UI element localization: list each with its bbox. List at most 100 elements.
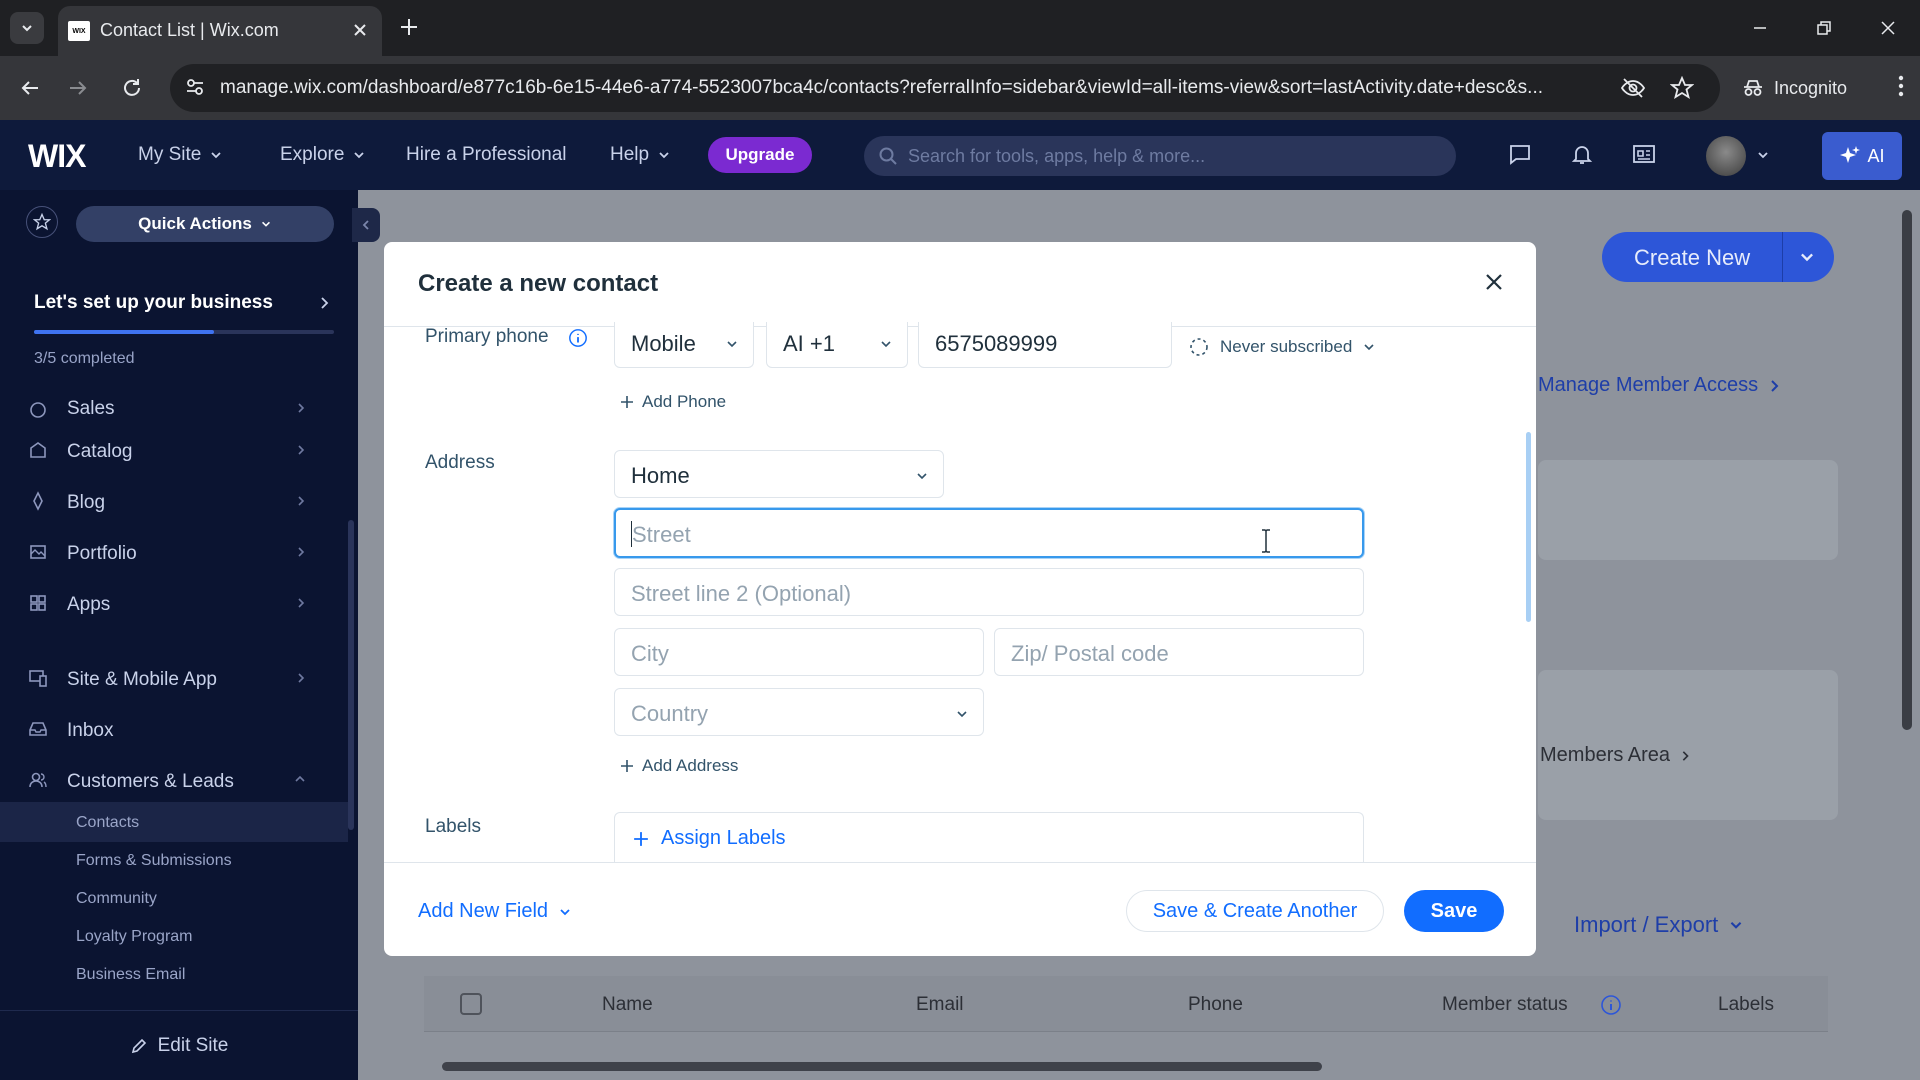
setup-title[interactable]: Let's set up your business [34, 292, 273, 314]
help-menu[interactable]: Help [610, 144, 671, 166]
explore-menu[interactable]: Explore [280, 144, 366, 166]
sidebar-item-customers-leads[interactable]: Customers & Leads [0, 760, 348, 802]
city-field[interactable]: City [614, 628, 984, 676]
sidebar-subitem-contacts[interactable]: Contacts [76, 814, 139, 832]
back-button[interactable] [14, 72, 46, 104]
add-phone-button[interactable]: Add Phone [620, 392, 726, 412]
modal-scrollbar[interactable] [1526, 432, 1531, 622]
select-all-checkbox[interactable] [460, 993, 482, 1015]
street-field[interactable]: Street [614, 508, 1364, 558]
chevron-down-icon[interactable] [1798, 248, 1816, 266]
sidebar-item-inbox[interactable]: Inbox [0, 709, 348, 751]
sidebar-item-sales[interactable]: Sales [0, 398, 348, 434]
sidebar-subitem-forms[interactable]: Forms & Submissions [76, 852, 232, 870]
sidebar-subitem-community[interactable]: Community [76, 890, 157, 908]
eye-off-icon[interactable] [1620, 76, 1646, 100]
assign-labels-label: Assign Labels [661, 827, 786, 849]
chat-icon[interactable] [1508, 142, 1532, 166]
column-header-labels[interactable]: Labels [1718, 994, 1774, 1016]
tab-search-button[interactable] [10, 12, 44, 44]
collapse-sidebar-button[interactable] [352, 208, 380, 242]
address-type-select[interactable]: Home [614, 450, 944, 498]
plus-icon [621, 760, 633, 772]
import-export-button[interactable]: Import / Export [1574, 912, 1744, 938]
scrollbar-thumb[interactable] [442, 1062, 1322, 1071]
reload-button[interactable] [116, 72, 148, 104]
quick-actions-button[interactable]: Quick Actions [76, 206, 334, 242]
close-window-button[interactable] [1856, 0, 1920, 56]
street-line-2-field[interactable]: Street line 2 (Optional) [614, 568, 1364, 616]
setup-progress-text: 3/5 completed [34, 350, 135, 367]
assign-labels-button[interactable]: Assign Labels [614, 812, 1364, 862]
upgrade-button[interactable]: Upgrade [708, 137, 812, 173]
favorites-button[interactable] [26, 206, 58, 238]
wix-logo[interactable]: WIX [28, 138, 86, 175]
add-new-field-button[interactable]: Add New Field [418, 900, 572, 923]
hire-professional-link[interactable]: Hire a Professional [406, 144, 567, 166]
address-label: Address [425, 452, 495, 473]
bell-icon[interactable] [1570, 142, 1594, 166]
minimize-button[interactable] [1728, 0, 1792, 56]
chevron-right-icon[interactable] [318, 296, 330, 310]
phone-number-field[interactable]: 6575089999 [918, 322, 1172, 368]
sidebar-item-site-mobile-app[interactable]: Site & Mobile App [0, 658, 348, 700]
sidebar-subitem-business-email[interactable]: Business Email [76, 966, 185, 984]
city-placeholder: City [631, 641, 669, 666]
column-header-member-status[interactable]: Member status [1442, 994, 1568, 1016]
more-vertical-icon[interactable] [1898, 74, 1904, 98]
phone-type-select[interactable]: Mobile [614, 322, 754, 368]
dashboard-search-input[interactable]: Search for tools, apps, help & more... [864, 136, 1456, 176]
new-tab-icon[interactable] [398, 16, 420, 38]
column-header-email[interactable]: Email [916, 994, 964, 1016]
import-export-label: Import / Export [1574, 912, 1719, 937]
page-vertical-scrollbar[interactable] [1902, 210, 1912, 730]
column-header-name[interactable]: Name [602, 994, 653, 1016]
dashed-circle-icon [1190, 338, 1208, 356]
incognito-indicator[interactable]: Incognito [1728, 64, 1868, 112]
create-new-button[interactable]: Create New [1602, 232, 1834, 282]
sidebar-item-portfolio[interactable]: Portfolio [0, 532, 348, 574]
sidebar-item-catalog[interactable]: Catalog [0, 430, 348, 472]
star-bookmark-icon[interactable] [1670, 76, 1694, 100]
table-horizontal-scrollbar[interactable] [428, 1060, 1822, 1072]
ai-assistant-button[interactable]: AI [1822, 132, 1902, 180]
subscription-status-dropdown[interactable]: Never subscribed [1188, 336, 1376, 358]
forward-button[interactable] [62, 72, 94, 104]
members-area-link[interactable]: Members Area [1540, 744, 1690, 767]
save-create-another-button[interactable]: Save & Create Another [1126, 890, 1384, 932]
sidebar-item-label: Customers & Leads [67, 771, 234, 792]
info-icon[interactable] [568, 328, 588, 348]
country-code-select[interactable]: AI +1 [766, 322, 908, 368]
blog-icon [33, 491, 43, 511]
chevron-down-icon[interactable] [1756, 148, 1770, 162]
close-tab-icon[interactable] [350, 20, 370, 40]
sales-icon [30, 402, 46, 418]
street-placeholder: Street [632, 522, 691, 547]
address-bar[interactable]: manage.wix.com/dashboard/e877c16b-6e15-4… [170, 64, 1720, 112]
info-icon[interactable] [1600, 994, 1622, 1016]
labels-label: Labels [425, 816, 481, 837]
news-icon[interactable] [1632, 142, 1656, 166]
chevron-left-icon [362, 220, 369, 230]
avatar[interactable] [1706, 136, 1746, 176]
zip-field[interactable]: Zip/ Postal code [994, 628, 1364, 676]
chevron-down-icon [1730, 921, 1742, 929]
my-site-menu[interactable]: My Site [138, 144, 223, 166]
add-address-button[interactable]: Add Address [620, 756, 738, 776]
column-header-phone[interactable]: Phone [1188, 994, 1243, 1016]
edit-site-button[interactable]: Edit Site [0, 1010, 358, 1080]
restore-button[interactable] [1792, 0, 1856, 56]
close-icon[interactable] [1482, 270, 1506, 294]
manage-member-access-link[interactable]: Manage Member Access [1538, 374, 1780, 397]
country-select[interactable]: Country [614, 688, 984, 736]
sidebar-item-apps[interactable]: Apps [0, 583, 348, 625]
browser-tab-active[interactable]: WIX Contact List | Wix.com [58, 6, 382, 56]
sidebar-scrollbar[interactable] [348, 520, 354, 830]
site-settings-icon[interactable] [184, 76, 206, 98]
arrow-right-icon [70, 81, 87, 95]
sidebar-subitem-loyalty[interactable]: Loyalty Program [76, 928, 193, 946]
add-phone-label: Add Phone [642, 392, 727, 411]
sidebar-item-blog[interactable]: Blog [0, 481, 348, 523]
members-area-label: Members Area [1540, 744, 1671, 766]
save-button[interactable]: Save [1404, 890, 1504, 932]
